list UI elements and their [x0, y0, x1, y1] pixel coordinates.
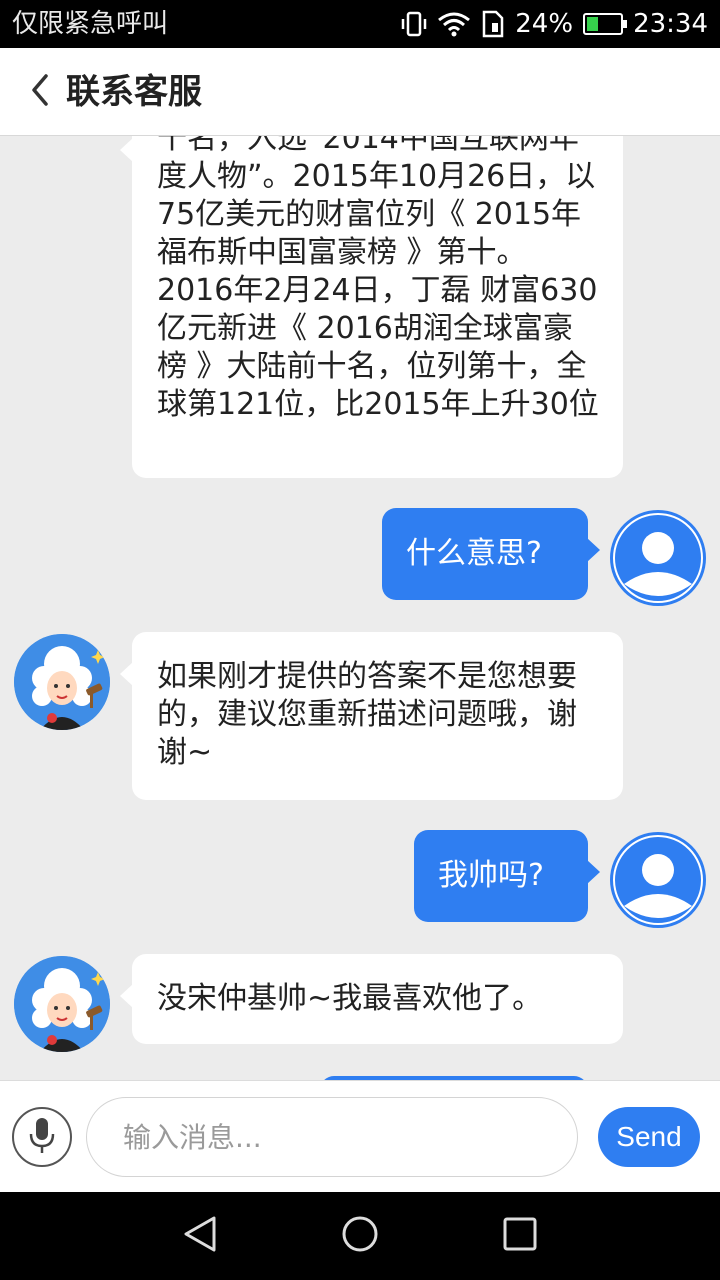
user-message: 我帅吗? — [414, 830, 600, 922]
message-text: 我帅吗? — [438, 858, 544, 893]
bot-avatar[interactable] — [14, 956, 110, 1052]
nav-home-button[interactable] — [338, 1214, 382, 1258]
app-header: 联系客服 — [0, 48, 720, 136]
carrier-text: 仅限紧急呼叫 — [12, 9, 169, 39]
triangle-back-icon — [182, 1214, 218, 1258]
bot-message: 十名，入选“2014中国互联网年度人物”。2015年10月26日，以75亿美元的… — [120, 136, 623, 478]
nav-recents-button[interactable] — [498, 1214, 542, 1258]
user-avatar[interactable] — [610, 510, 706, 606]
bot-avatar[interactable] — [14, 634, 110, 730]
vibrate-icon — [401, 10, 427, 38]
user-avatar[interactable] — [610, 832, 706, 928]
message-text: 没宋仲基帅~我最喜欢他了。 — [157, 981, 543, 1016]
input-bar: Send — [0, 1080, 720, 1192]
chevron-left-icon — [30, 73, 50, 111]
user-message: 什么意思? — [382, 508, 600, 600]
bot-message: 如果刚才提供的答案不是您想要的，建议您重新描述问题哦，谢谢~ — [120, 632, 623, 800]
status-bar: 仅限紧急呼叫 24% 23:34 — [0, 0, 720, 48]
microphone-icon — [27, 1115, 57, 1159]
chat-list[interactable]: 十名，入选“2014中国互联网年度人物”。2015年10月26日，以75亿美元的… — [0, 136, 720, 1080]
message-text: 十名，入选“2014中国互联网年度人物”。2015年10月26日，以75亿美元的… — [157, 136, 599, 422]
back-button[interactable] — [22, 66, 58, 118]
send-button[interactable]: Send — [598, 1107, 700, 1167]
square-recents-icon — [502, 1216, 538, 1256]
circle-home-icon — [340, 1214, 380, 1258]
sim-card-icon — [481, 10, 505, 38]
battery-percent: 24% — [515, 9, 574, 39]
nav-back-button[interactable] — [178, 1214, 222, 1258]
wifi-icon — [437, 11, 471, 37]
battery-icon — [583, 13, 628, 35]
system-nav-bar — [0, 1192, 720, 1280]
message-text: 什么意思? — [406, 536, 542, 571]
message-text: 如果刚才提供的答案不是您想要的，建议您重新描述问题哦，谢谢~ — [157, 659, 577, 770]
page-title: 联系客服 — [66, 72, 202, 112]
status-icons: 24% 23:34 — [401, 8, 708, 40]
clock: 23:34 — [633, 9, 708, 39]
bot-message: 没宋仲基帅~我最喜欢他了。 — [120, 954, 623, 1044]
message-input[interactable] — [86, 1097, 578, 1177]
voice-button[interactable] — [12, 1107, 72, 1167]
